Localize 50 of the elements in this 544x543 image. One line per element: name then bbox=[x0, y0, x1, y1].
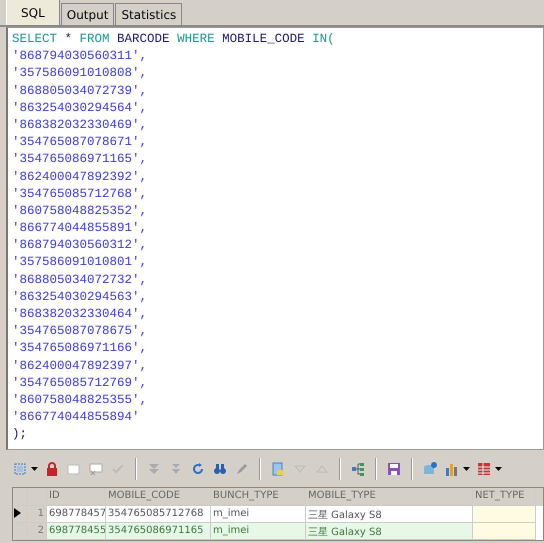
code-line: '354765085712769', bbox=[12, 374, 148, 392]
code-line: '862400047892397', bbox=[12, 358, 148, 375]
current-row-icon bbox=[14, 508, 21, 518]
lock-icon[interactable] bbox=[44, 460, 60, 476]
code-line: '357586091010801', bbox=[12, 254, 148, 272]
database-icon[interactable] bbox=[422, 460, 438, 476]
code-line: '868382032330469', bbox=[12, 116, 148, 134]
table-cell: 三星 Galaxy S8 bbox=[306, 523, 473, 540]
code-line: '868805034072739', bbox=[12, 82, 148, 100]
sql-editor[interactable] bbox=[6, 27, 544, 450]
code-line: '354765086971165', bbox=[12, 151, 148, 168]
code-line: '868794030560311', bbox=[12, 48, 148, 66]
table-cell: m_imei bbox=[211, 523, 306, 540]
code-line: '860758048825355', bbox=[12, 392, 148, 409]
row-number: 1 bbox=[27, 506, 47, 523]
table-cell: 354765086971165 bbox=[106, 523, 211, 540]
code-line: '354765087078671', bbox=[12, 134, 148, 152]
table-cell: 三星 Galaxy S8 bbox=[306, 506, 473, 523]
table-cell: m_imei bbox=[211, 506, 306, 523]
row-number: 2 bbox=[27, 523, 47, 540]
code-line: ); bbox=[12, 426, 28, 444]
refresh-icon[interactable] bbox=[190, 460, 206, 476]
code-line: '862400047892392', bbox=[12, 168, 148, 186]
table-icon[interactable] bbox=[476, 460, 492, 476]
table-cell: 354765085712768 bbox=[106, 506, 211, 523]
tab[interactable]: Output bbox=[60, 3, 114, 25]
code-line: '866774044855891', bbox=[12, 220, 148, 238]
save-icon[interactable] bbox=[386, 460, 402, 476]
code-line: '868794030560312', bbox=[12, 237, 148, 254]
code-line: '354765087078675', bbox=[12, 323, 148, 340]
tree-icon[interactable] bbox=[350, 460, 366, 476]
code-line: '866774044855894' bbox=[12, 409, 141, 426]
code-line: '863254030294564', bbox=[12, 100, 148, 117]
caret-icon[interactable] bbox=[463, 466, 470, 470]
code-line: '354765085712768', bbox=[12, 186, 148, 203]
code-line: '863254030294563', bbox=[12, 288, 148, 306]
table-cell bbox=[473, 523, 536, 540]
table-cell: 698778455 bbox=[47, 523, 106, 540]
code-line: '868805034072732', bbox=[12, 272, 148, 289]
code-line: '354765086971166', bbox=[12, 340, 148, 358]
code-line: '868382032330464', bbox=[12, 306, 148, 323]
code-line: '357586091010808', bbox=[12, 65, 148, 82]
caret-icon[interactable] bbox=[31, 466, 38, 470]
caret-icon[interactable] bbox=[495, 466, 502, 470]
form-icon[interactable] bbox=[270, 460, 286, 476]
tab[interactable]: Statistics bbox=[115, 3, 182, 25]
tab[interactable]: SQL bbox=[6, 0, 60, 25]
delete-row-icon[interactable] bbox=[88, 460, 104, 476]
code-line: '860758048825352', bbox=[12, 202, 148, 220]
code-line: SELECT * FROM BARCODE WHERE MOBILE_CODE IN( bbox=[12, 31, 336, 48]
